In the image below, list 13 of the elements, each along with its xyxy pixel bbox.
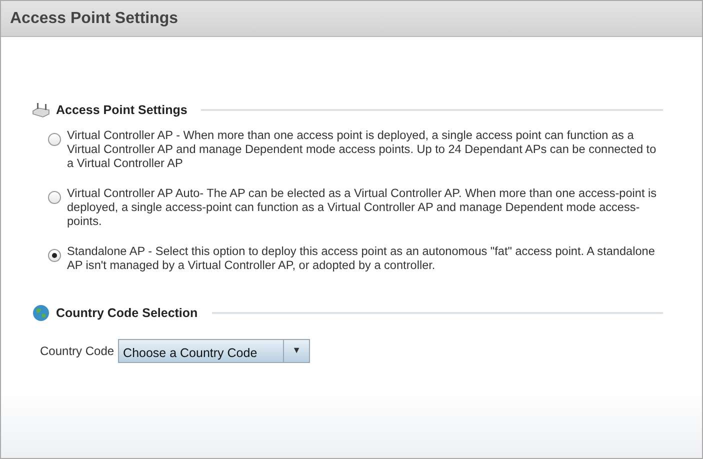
country-dropdown[interactable]: Choose a Country Code ▼	[118, 338, 310, 362]
router-icon	[32, 102, 50, 118]
window-title: Access Point Settings	[10, 8, 178, 28]
section-title: Access Point Settings	[56, 102, 188, 119]
radio-button[interactable]	[48, 248, 61, 262]
option-label: Standalone AP - Select this option to deploy this access point as an autonomous "fat" access point. A standalone AP isn't managed by a Virtual Controller AP, or adopted by a controller.	[67, 244, 656, 272]
section-title: Country Code Selection	[56, 304, 198, 322]
option-label: Virtual Controller AP - When more than one access point is deployed, a single access point can function as a Virtual Controller AP and manage Dependent mode access points. Up to 24 Dependant APs can be connected to a Virtual Controller AP	[67, 128, 658, 170]
globe-icon	[32, 304, 50, 322]
option-label: Virtual Controller AP Auto- The AP can be elected as a Virtual Controller AP. When more than one access-point is deployed, a single access-point can function as a Virtual Controller AP and manage Dependent mode access-points.	[67, 186, 658, 228]
field-label: Country Code	[40, 342, 114, 360]
radio-button[interactable]	[48, 190, 61, 204]
radio-button[interactable]	[48, 132, 61, 146]
